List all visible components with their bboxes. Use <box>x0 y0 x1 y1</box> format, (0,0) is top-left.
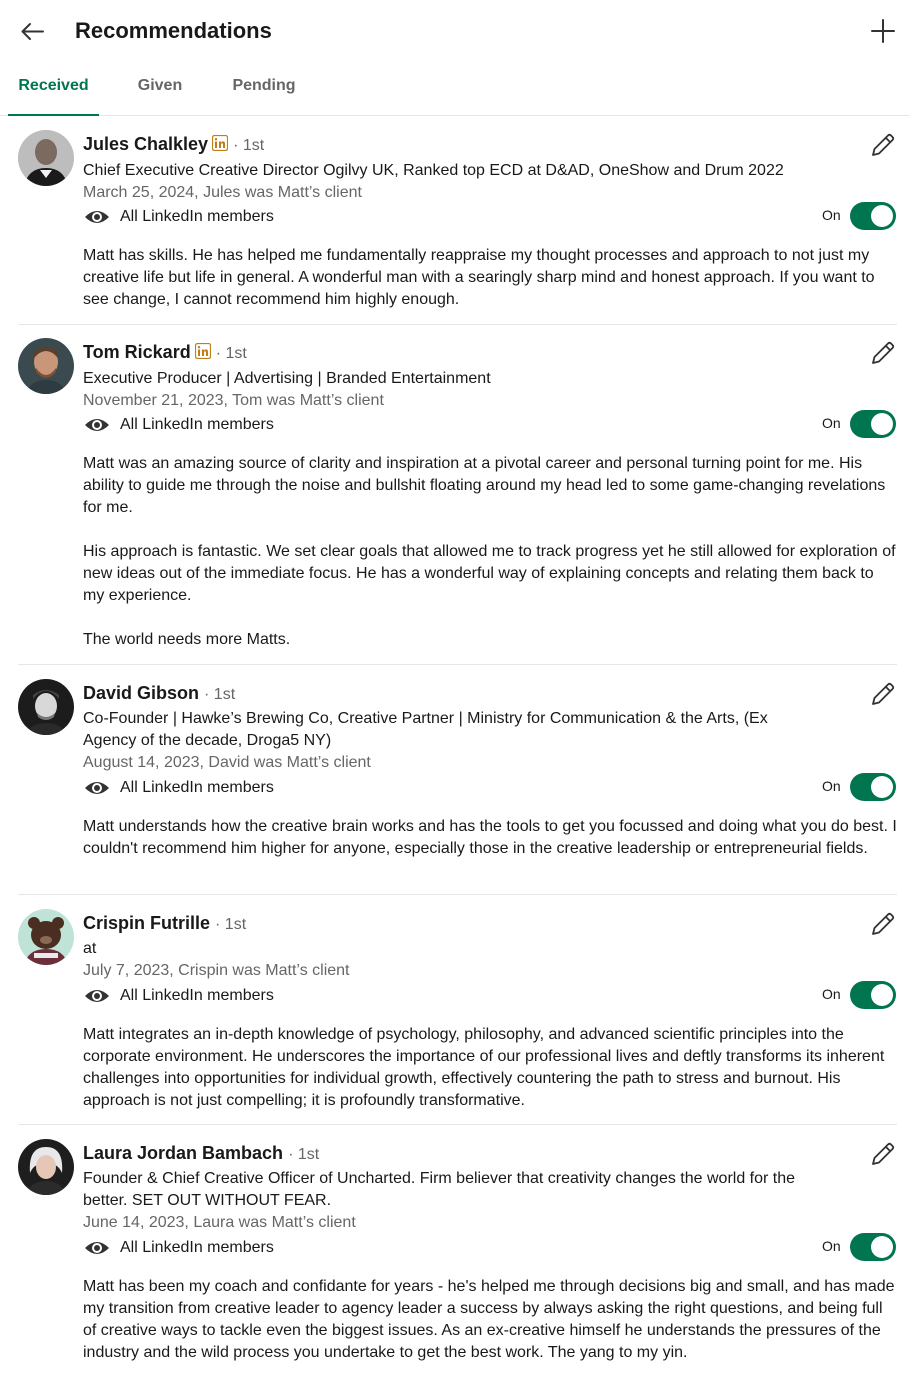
eye-icon <box>85 1242 109 1254</box>
back-button[interactable] <box>16 16 48 48</box>
toggle-label: On <box>822 778 841 794</box>
show-on-profile-toggle[interactable] <box>850 981 896 1009</box>
linkedin-premium-icon <box>211 134 229 156</box>
recommender-headline: Co-Founder | Hawke’s Brewing Co, Creativ… <box>83 710 768 749</box>
recommendation-paragraph: Matt integrates an in-depth knowledge of… <box>83 1026 885 1109</box>
avatar[interactable] <box>18 130 74 186</box>
visibility-label: All LinkedIn members <box>120 987 274 1004</box>
edit-button[interactable] <box>868 1139 898 1169</box>
recommender-headline: Executive Producer | Advertising | Brand… <box>83 370 491 387</box>
show-on-profile-toggle[interactable] <box>850 773 896 801</box>
recommender-name-line: Crispin Futrille · 1st <box>83 913 246 934</box>
page-header: Recommendations <box>0 0 910 64</box>
recommender-name[interactable]: Laura Jordan Bambach <box>83 1143 283 1163</box>
toggle-knob <box>871 1236 893 1258</box>
recommendation-item: Jules Chalkley · 1st Chief Executive Cre… <box>0 116 910 325</box>
recommendation-item: Crispin Futrille · 1st at July 7, 2023, … <box>0 895 910 1125</box>
recommender-name-line: Tom Rickard · 1st <box>83 342 247 364</box>
recommendation-date-relationship: July 7, 2023, Crispin was Matt’s client <box>83 962 350 979</box>
recommendation-date-relationship: June 14, 2023, Laura was Matt’s client <box>83 1214 356 1231</box>
connection-degree: · 1st <box>215 345 247 362</box>
recommender-name-line: Jules Chalkley · 1st <box>83 134 264 156</box>
recommendation-item: Tom Rickard · 1st Executive Producer | A… <box>0 324 910 665</box>
show-on-profile-toggle[interactable] <box>850 202 896 230</box>
toggle-knob <box>871 413 893 435</box>
visibility-label: All LinkedIn members <box>120 208 274 225</box>
tab-given[interactable]: Given <box>128 64 192 116</box>
recommendation-tabs: Received Given Pending <box>0 64 910 116</box>
recommendation-text: Matt integrates an in-depth knowledge of… <box>83 1024 898 1112</box>
recommendation-text: Matt understands how the creative brain … <box>83 816 898 860</box>
recommendation-date-relationship: August 14, 2023, David was Matt’s client <box>83 754 371 771</box>
edit-button[interactable] <box>868 338 898 368</box>
edit-button[interactable] <box>868 679 898 709</box>
pencil-icon <box>872 912 895 935</box>
recommender-name[interactable]: Jules Chalkley <box>83 134 208 154</box>
recommendation-text: Matt has skills. He has helped me fundam… <box>83 245 898 311</box>
eye-icon <box>85 419 109 431</box>
page-title: Recommendations <box>75 18 272 43</box>
toggle-label: On <box>822 415 841 431</box>
recommendation-paragraph: The world needs more Matts. <box>83 631 291 648</box>
connection-degree: · 1st <box>215 916 247 933</box>
recommendation-paragraph: Matt has been my coach and confidante fo… <box>83 1278 895 1361</box>
recommendation-paragraph: Matt has skills. He has helped me fundam… <box>83 247 875 308</box>
linkedin-premium-icon <box>194 342 211 364</box>
toggle-label: On <box>822 1238 841 1254</box>
recommender-headline: Chief Executive Creative Director Ogilvy… <box>83 162 784 179</box>
pencil-icon <box>872 682 895 705</box>
eye-icon <box>85 782 109 794</box>
edit-button[interactable] <box>868 909 898 939</box>
pencil-icon <box>872 1142 895 1165</box>
recommender-name[interactable]: David Gibson <box>83 683 199 703</box>
recommendation-text: Matt was an amazing source of clarity an… <box>83 453 898 651</box>
visibility-label: All LinkedIn members <box>120 416 274 433</box>
tab-received[interactable]: Received <box>8 64 99 116</box>
avatar[interactable] <box>18 338 74 394</box>
recommender-name[interactable]: Tom Rickard <box>83 342 191 362</box>
recommendation-text: Matt has been my coach and confidante fo… <box>83 1276 898 1364</box>
avatar[interactable] <box>18 679 74 735</box>
recommender-headline: Founder & Chief Creative Officer of Unch… <box>83 1170 796 1209</box>
recommendation-item: David Gibson · 1st Co-Founder | Hawke’s … <box>0 665 910 895</box>
recommendation-paragraph: Matt was an amazing source of clarity an… <box>83 455 886 516</box>
recommender-headline: at <box>83 940 97 957</box>
recommendation-item: Laura Jordan Bambach · 1st Founder & Chi… <box>0 1125 910 1375</box>
toggle-label: On <box>822 207 841 223</box>
add-recommendation-button[interactable] <box>866 14 900 48</box>
edit-button[interactable] <box>868 130 898 160</box>
show-on-profile-toggle[interactable] <box>850 410 896 438</box>
recommendation-paragraph: Matt understands how the creative brain … <box>83 818 897 857</box>
pencil-icon <box>872 133 895 156</box>
pencil-icon <box>872 341 895 364</box>
recommender-name-line: Laura Jordan Bambach · 1st <box>83 1143 319 1164</box>
plus-icon <box>871 19 895 43</box>
recommendation-date-relationship: March 25, 2024, Jules was Matt’s client <box>83 184 362 201</box>
avatar[interactable] <box>18 909 74 965</box>
visibility-label: All LinkedIn members <box>120 779 274 796</box>
eye-icon <box>85 211 109 223</box>
tab-pending[interactable]: Pending <box>222 64 306 116</box>
eye-icon <box>85 990 109 1002</box>
show-on-profile-toggle[interactable] <box>850 1233 896 1261</box>
recommendation-date-relationship: November 21, 2023, Tom was Matt’s client <box>83 392 384 409</box>
visibility-label: All LinkedIn members <box>120 1239 274 1256</box>
connection-degree: · 1st <box>288 1146 320 1163</box>
toggle-knob <box>871 984 893 1006</box>
toggle-label: On <box>822 986 841 1002</box>
recommender-name-line: David Gibson · 1st <box>83 683 235 704</box>
recommendation-paragraph: His approach is fantastic. We set clear … <box>83 543 896 604</box>
avatar[interactable] <box>18 1139 74 1195</box>
connection-degree: · 1st <box>233 137 265 154</box>
toggle-knob <box>871 205 893 227</box>
recommender-name[interactable]: Crispin Futrille <box>83 913 210 933</box>
arrow-left-icon <box>21 23 44 40</box>
connection-degree: · 1st <box>204 686 236 703</box>
toggle-knob <box>871 776 893 798</box>
